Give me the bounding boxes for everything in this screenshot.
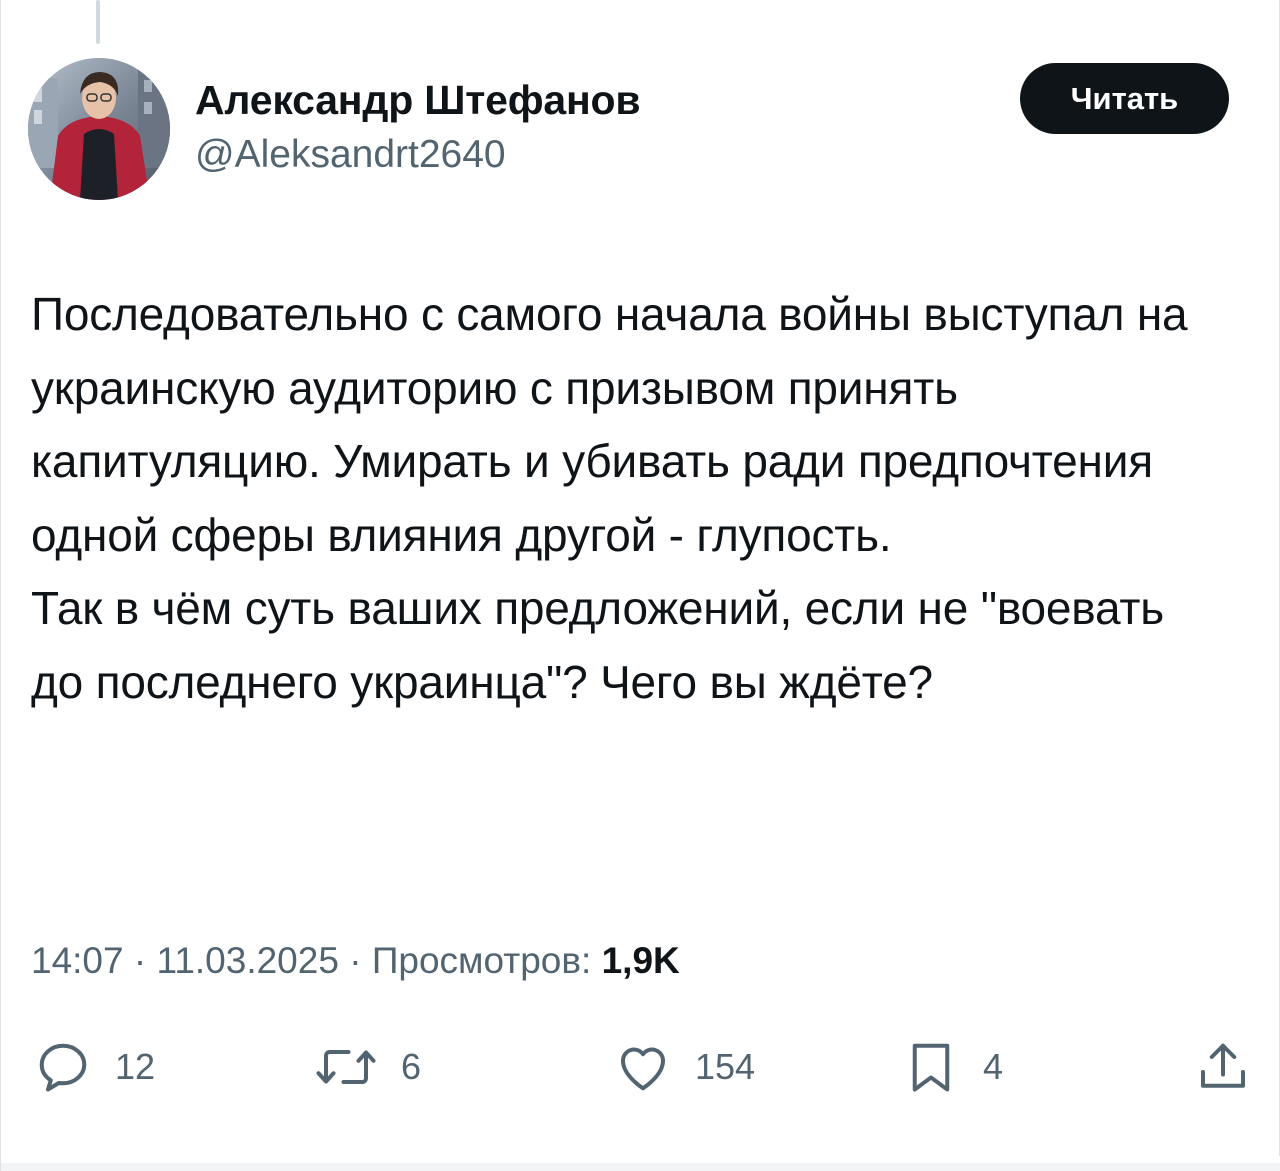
author-block[interactable]: Александр Штефанов @Aleksandrt2640 — [195, 74, 641, 180]
bookmark-count: 4 — [983, 1046, 1004, 1087]
like-button[interactable]: 154 — [613, 1035, 755, 1099]
tweet-date[interactable]: 11.03.2025 — [156, 940, 338, 981]
retweet-count: 6 — [401, 1046, 422, 1087]
thread-connector-line — [96, 0, 100, 44]
reply-count: 12 — [115, 1046, 156, 1087]
avatar[interactable] — [28, 58, 170, 200]
tweet-detail: Александр Штефанов @Aleksandrt2640 Читат… — [0, 0, 1280, 1171]
bookmark-button[interactable]: 4 — [901, 1035, 1003, 1099]
reply-bubble-icon — [39, 1043, 87, 1092]
retweet-button[interactable]: 6 — [313, 1035, 421, 1099]
author-handle[interactable]: @Aleksandrt2640 — [195, 130, 640, 180]
user-photo-avatar-icon — [28, 58, 170, 200]
views-label: Просмотров: — [371, 940, 592, 981]
reply-button[interactable]: 12 — [33, 1035, 155, 1099]
share-icon — [1201, 1043, 1245, 1088]
bookmark-icon — [912, 1043, 950, 1092]
meta-separator: · — [133, 940, 147, 981]
divider-shade — [1, 1163, 1280, 1171]
follow-button[interactable]: Читать — [1020, 63, 1229, 134]
author-display-name[interactable]: Александр Штефанов — [195, 74, 641, 126]
action-bar: 12 6 154 4 — [1, 1035, 1280, 1099]
share-button[interactable] — [1193, 1035, 1253, 1099]
tweet-text: Последовательно с самого начала войны вы… — [31, 288, 1188, 708]
tweet-time[interactable]: 14:07 — [31, 940, 124, 981]
heart-icon — [620, 1047, 666, 1091]
meta-separator: · — [349, 940, 362, 981]
retweet-icon — [316, 1050, 376, 1084]
like-count: 154 — [695, 1046, 756, 1087]
tweet-meta: 14:07 · 11.03.2025 · Просмотров: 1,9K — [31, 936, 680, 986]
bottom-divider — [1, 1156, 1280, 1171]
views-count[interactable]: 1,9K — [602, 940, 680, 981]
